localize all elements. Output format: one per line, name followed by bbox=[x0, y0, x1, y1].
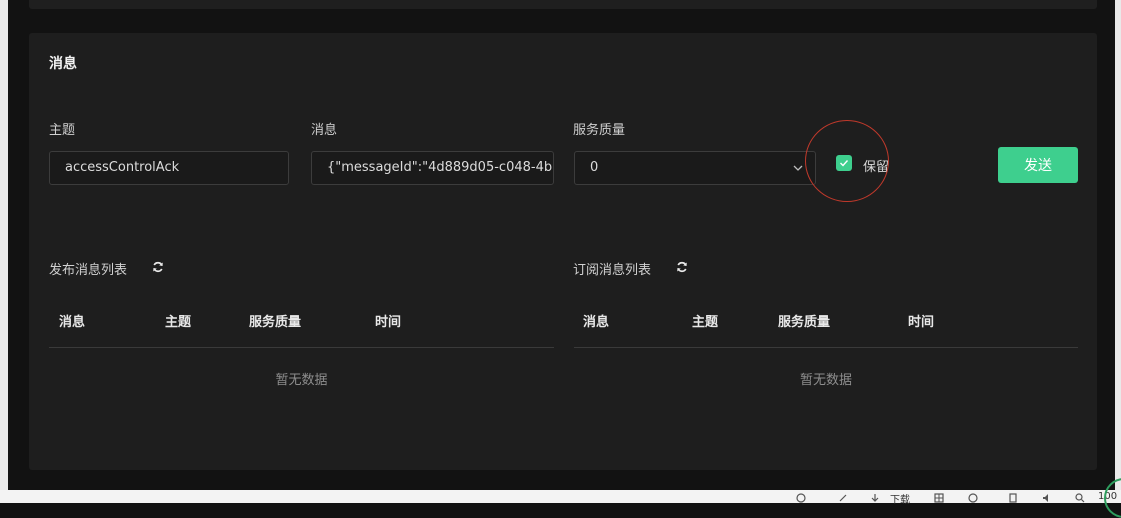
qos-select[interactable]: 0 bbox=[574, 151, 816, 185]
empty-state: 暂无数据 bbox=[799, 373, 852, 388]
message-label: 消息 bbox=[311, 123, 338, 138]
previous-card bbox=[29, 0, 1097, 9]
column-header: 时间 bbox=[908, 315, 935, 330]
column-header: 消息 bbox=[583, 315, 610, 330]
assistant-button[interactable] bbox=[1104, 478, 1121, 518]
column-header: 时间 bbox=[375, 315, 402, 330]
message-input[interactable]: {"messageId":"4d889d05-c048-4b bbox=[311, 151, 554, 185]
publish-list-title: 发布消息列表 bbox=[49, 263, 128, 278]
refresh-icon[interactable] bbox=[676, 261, 688, 273]
search-icon[interactable] bbox=[1075, 493, 1085, 503]
network-icon[interactable] bbox=[968, 493, 978, 503]
column-header: 服务质量 bbox=[249, 315, 302, 330]
card-title: 消息 bbox=[49, 56, 77, 72]
column-header: 主题 bbox=[692, 315, 719, 330]
browser-icon[interactable] bbox=[796, 493, 806, 503]
topic-input[interactable]: accessControlAck bbox=[49, 151, 289, 185]
window-icon[interactable] bbox=[1008, 493, 1018, 503]
retain-checkbox[interactable] bbox=[836, 155, 852, 171]
right-scrollbar[interactable] bbox=[1115, 0, 1121, 490]
message-card: 消息 主题 accessControlAck 消息 {"messageId":"… bbox=[29, 33, 1097, 470]
column-header: 主题 bbox=[165, 315, 192, 330]
column-header: 服务质量 bbox=[778, 315, 831, 330]
qos-selected-value: 0 bbox=[590, 160, 599, 175]
chevron-down-icon bbox=[793, 165, 803, 171]
refresh-icon[interactable] bbox=[152, 261, 164, 273]
topic-label: 主题 bbox=[49, 123, 76, 138]
subscribe-list-title: 订阅消息列表 bbox=[573, 263, 652, 278]
left-window-edge bbox=[0, 0, 8, 490]
qos-label: 服务质量 bbox=[573, 123, 626, 138]
publish-table: 消息 主题 服务质量 时间 暂无数据 bbox=[49, 295, 554, 388]
subscribe-table-header: 消息 主题 服务质量 时间 bbox=[574, 295, 1078, 348]
grid-icon[interactable] bbox=[934, 493, 944, 503]
publish-table-header: 消息 主题 服务质量 时间 bbox=[49, 295, 554, 348]
download-label[interactable]: 下载 bbox=[890, 491, 910, 506]
download-icon[interactable] bbox=[870, 493, 880, 503]
subscribe-table: 消息 主题 服务质量 时间 暂无数据 bbox=[574, 295, 1078, 388]
check-icon bbox=[840, 160, 849, 167]
speaker-icon[interactable] bbox=[1042, 493, 1052, 503]
send-button[interactable]: 发送 bbox=[998, 147, 1078, 183]
pin-icon[interactable] bbox=[838, 493, 848, 503]
taskbar: 下载 100 bbox=[0, 490, 1121, 506]
column-header: 消息 bbox=[59, 315, 86, 330]
empty-state: 暂无数据 bbox=[275, 373, 328, 388]
retain-label[interactable]: 保留 bbox=[863, 156, 889, 175]
